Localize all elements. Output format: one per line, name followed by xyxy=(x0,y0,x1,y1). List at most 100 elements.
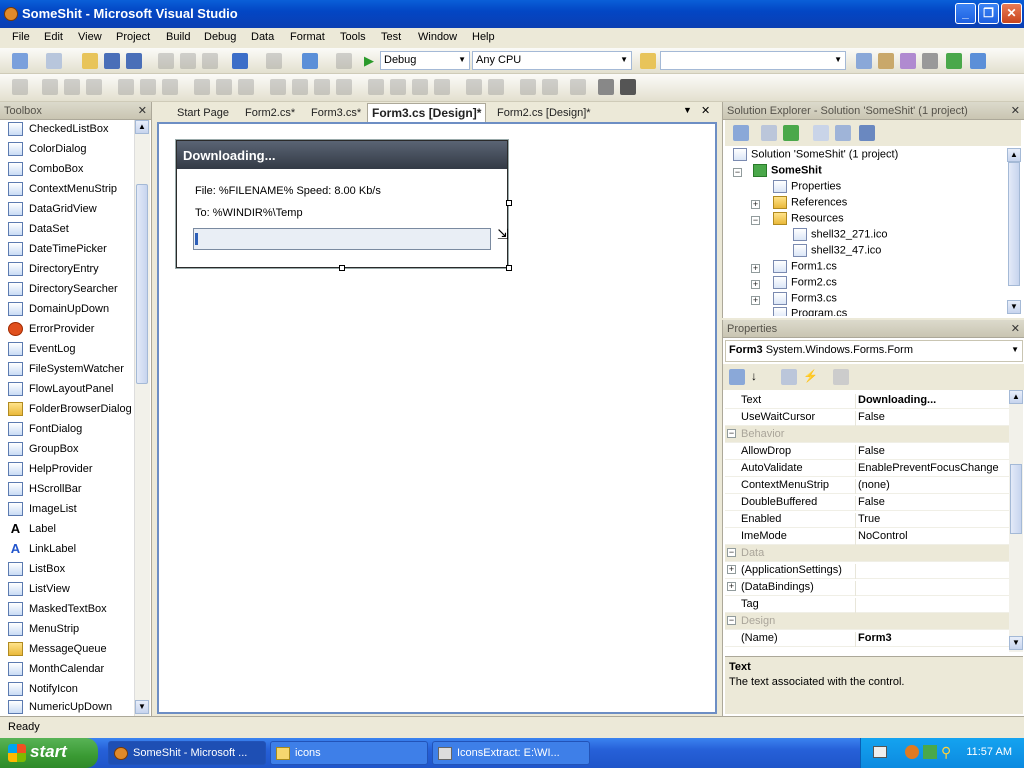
tab-order-icon[interactable] xyxy=(598,79,614,95)
redo-icon[interactable] xyxy=(266,53,282,69)
toolbox-item[interactable]: DirectoryEntry xyxy=(8,262,99,282)
tab-list-icon[interactable]: ▼ xyxy=(683,105,692,115)
resize-handle[interactable] xyxy=(506,265,512,271)
maximize-button[interactable]: ❐ xyxy=(978,3,999,24)
property-row[interactable]: DoubleBuffered False xyxy=(725,494,1009,511)
scroll-thumb[interactable] xyxy=(1010,464,1022,534)
scroll-up-icon[interactable]: ▲ xyxy=(1009,390,1023,404)
toolbox-item[interactable]: FolderBrowserDialog xyxy=(8,402,132,422)
undo-icon[interactable] xyxy=(232,53,248,69)
tray-app-icon[interactable] xyxy=(905,745,919,759)
same-height-icon[interactable] xyxy=(216,79,232,95)
toolbox-item[interactable]: MonthCalendar xyxy=(8,662,104,682)
tree-project[interactable]: SomeShit xyxy=(753,164,822,177)
v-spacing-decrease-icon[interactable] xyxy=(412,79,428,95)
object-selector[interactable]: Form3 System.Windows.Forms.Form ▼ xyxy=(725,340,1023,362)
save-icon[interactable] xyxy=(104,53,120,69)
find-combo[interactable]: ▼ xyxy=(660,51,846,70)
property-row[interactable]: AutoValidate EnablePreventFocusChange xyxy=(725,460,1009,477)
keyboard-icon[interactable] xyxy=(873,746,887,758)
find-in-files-icon[interactable] xyxy=(640,53,656,69)
toolbox-item[interactable]: ImageList xyxy=(8,502,77,522)
taskbar-item[interactable]: IconsExtract: E:\WI... xyxy=(432,741,590,765)
toolbox-item[interactable]: MenuStrip xyxy=(8,622,79,642)
tree-file[interactable]: Form1.cs xyxy=(773,260,837,273)
v-spacing-remove-icon[interactable] xyxy=(434,79,450,95)
lock-controls-icon[interactable] xyxy=(570,79,586,95)
toolbox-item[interactable]: MessageQueue xyxy=(8,642,107,662)
toolbox-item[interactable]: ContextMenuStrip xyxy=(8,182,117,202)
align-lefts-icon[interactable] xyxy=(42,79,58,95)
property-pages-icon[interactable] xyxy=(833,369,849,385)
network-icon[interactable] xyxy=(923,745,937,759)
toolbox-item[interactable]: FontDialog xyxy=(8,422,82,442)
properties-scrollbar[interactable]: ▲ ▼ xyxy=(1009,390,1023,652)
toolbox-item[interactable]: HelpProvider xyxy=(8,462,93,482)
navigate-forward-icon[interactable] xyxy=(336,53,352,69)
property-category[interactable]: − Data xyxy=(725,545,1009,562)
v-spacing-increase-icon[interactable] xyxy=(390,79,406,95)
property-row[interactable]: Enabled True xyxy=(725,511,1009,528)
events-icon[interactable]: ⚡ xyxy=(803,369,819,385)
class-diagram-icon[interactable] xyxy=(859,125,875,141)
tree-file[interactable]: shell32_271.ico xyxy=(793,228,887,241)
close-icon[interactable]: ✕ xyxy=(138,104,147,117)
scroll-down-icon[interactable]: ▼ xyxy=(1009,636,1023,650)
toolbox-item[interactable]: DomainUpDown xyxy=(8,302,109,322)
toolbox-item[interactable]: ComboBox xyxy=(8,162,83,182)
menu-edit[interactable]: Edit xyxy=(44,31,63,43)
same-width-icon[interactable] xyxy=(194,79,210,95)
menu-data[interactable]: Data xyxy=(251,31,274,43)
toolbox-item[interactable]: CheckedListBox xyxy=(8,122,109,142)
toolbox-item[interactable]: DataGridView xyxy=(8,202,97,222)
menu-tools[interactable]: Tools xyxy=(340,31,366,43)
tree-references[interactable]: References xyxy=(773,196,847,209)
tree-file[interactable]: shell32_47.ico xyxy=(793,244,881,257)
taskbar-item[interactable]: icons xyxy=(270,741,428,765)
h-spacing-icon[interactable] xyxy=(270,79,286,95)
resize-handle[interactable] xyxy=(506,200,512,206)
tab-form3-cs[interactable]: Form3.cs* xyxy=(307,105,365,123)
same-size-icon[interactable] xyxy=(238,79,254,95)
expand-icon[interactable]: + xyxy=(751,280,760,289)
property-row[interactable]: UseWaitCursor False xyxy=(725,409,1009,426)
toolbox-item[interactable]: DirectorySearcher xyxy=(8,282,118,302)
new-project-icon[interactable] xyxy=(12,53,28,69)
categorized-icon[interactable] xyxy=(729,369,745,385)
property-row[interactable]: ImeMode NoControl xyxy=(725,528,1009,545)
add-item-icon[interactable] xyxy=(46,53,62,69)
close-icon[interactable]: ✕ xyxy=(701,104,710,117)
menu-project[interactable]: Project xyxy=(116,31,150,43)
close-icon[interactable]: ✕ xyxy=(1011,322,1020,335)
h-spacing-increase-icon[interactable] xyxy=(292,79,308,95)
collapse-icon[interactable]: − xyxy=(733,168,742,177)
expand-icon[interactable]: + xyxy=(751,296,760,305)
menu-format[interactable]: Format xyxy=(290,31,325,43)
collapse-icon[interactable]: − xyxy=(727,548,736,557)
toolbox-scrollbar[interactable]: ▲ ▼ xyxy=(134,120,150,716)
align-rights-icon[interactable] xyxy=(86,79,102,95)
tree-file[interactable]: Form3.cs xyxy=(773,292,837,305)
scroll-down-icon[interactable]: ▼ xyxy=(1007,300,1021,314)
start-page-icon[interactable] xyxy=(946,53,962,69)
toolbox-item[interactable]: EventLog xyxy=(8,342,75,362)
property-row[interactable]: + (DataBindings) xyxy=(725,579,1009,596)
scroll-down-icon[interactable]: ▼ xyxy=(135,700,149,714)
menu-build[interactable]: Build xyxy=(166,31,190,43)
expand-icon[interactable]: + xyxy=(727,565,736,574)
taskbar-item[interactable]: SomeShit - Microsoft ... xyxy=(108,741,266,765)
start-button[interactable]: start xyxy=(0,738,98,768)
menu-test[interactable]: Test xyxy=(381,31,401,43)
tab-order-icon-2[interactable] xyxy=(620,79,636,95)
alphabetical-icon[interactable]: ↓ xyxy=(751,369,767,385)
start-debugging-icon[interactable]: ▶ xyxy=(364,53,380,69)
toolbox-item[interactable]: A Label xyxy=(8,522,56,542)
expand-icon[interactable]: + xyxy=(751,264,760,273)
tree-file[interactable]: Program.cs xyxy=(773,307,847,316)
scroll-up-icon[interactable]: ▲ xyxy=(135,120,149,134)
collapse-icon[interactable]: − xyxy=(751,216,760,225)
show-all-files-icon[interactable] xyxy=(761,125,777,141)
cut-icon[interactable] xyxy=(158,53,174,69)
menu-view[interactable]: View xyxy=(78,31,102,43)
close-button[interactable]: ✕ xyxy=(1001,3,1022,24)
